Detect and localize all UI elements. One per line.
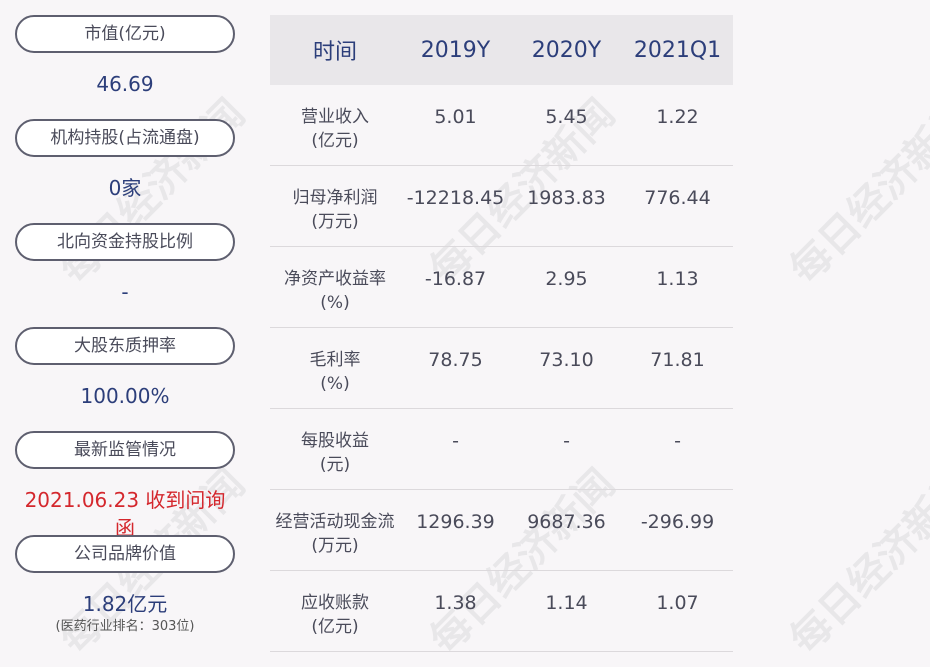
cell-value: 1296.39 [416,511,495,533]
table-header: 时间 2019Y 2020Y 2021Q1 [270,15,733,85]
table-row: 经营活动现金流 (万元) 1296.39 9687.36 -296.99 [270,490,733,571]
cell-value: 1983.83 [527,187,606,209]
institutional-holding-label: 机构持股(占流通盘) [15,119,235,157]
cell-value: 1.14 [545,592,588,614]
row-label: 营业收入 (亿元) [301,107,369,151]
institutional-holding-value: 0家 [108,176,142,200]
cell-value: 78.75 [428,349,483,371]
market-cap-label: 市值(亿元) [15,15,235,53]
row-label: 应收账款 (亿元) [301,593,369,637]
cell-value: -16.87 [424,268,487,290]
cell-value: 776.44 [644,187,711,209]
table-row: 应收账款 (亿元) 1.38 1.14 1.07 [270,571,733,652]
cell-value: 5.01 [434,106,477,128]
pledge-rate-value: 100.00% [80,384,170,408]
table-row: 归母净利润 (万元) -12218.45 1983.83 776.44 [270,166,733,247]
cell-value: - [452,430,459,452]
northbound-ratio-label: 北向资金持股比例 [15,223,235,261]
regulation-label: 最新监管情况 [15,431,235,469]
cell-value: 1.22 [656,106,699,128]
row-label: 净资产收益率 (%) [284,269,386,313]
cell-value: -12218.45 [406,187,505,209]
brand-value-value: 1.82亿元 [82,592,168,616]
row-label: 经营活动现金流 (万元) [275,512,395,556]
table-row: 毛利率 (%) 78.75 73.10 71.81 [270,328,733,409]
header-2021q1: 2021Q1 [633,37,722,63]
regulation-value: 2021.06.23 收到问询函 [24,488,226,540]
brand-value-label: 公司品牌价值 [15,535,235,573]
cell-value: - [563,430,570,452]
table-row: 净资产收益率 (%) -16.87 2.95 1.13 [270,247,733,328]
header-2019: 2019Y [420,37,491,63]
cell-value: 1.38 [434,592,477,614]
cell-value: 5.45 [545,106,588,128]
row-label: 每股收益 (元) [301,431,369,475]
cell-value: 73.10 [539,349,594,371]
cell-value: 2.95 [545,268,588,290]
cell-value: 9687.36 [527,511,606,533]
cell-value: 71.81 [650,349,705,371]
table-row: 每股收益 (元) - - - [270,409,733,490]
watermark: 每日经济新闻 [781,90,930,293]
row-label: 毛利率 (%) [309,350,361,394]
cell-value: 1.07 [656,592,699,614]
table-row: 营业收入 (亿元) 5.01 5.45 1.22 [270,85,733,166]
market-cap-value: 46.69 [96,72,154,96]
brand-rank-note: (医药行业排名：303位) [55,619,195,634]
pledge-rate-label: 大股东质押率 [15,327,235,365]
header-2020: 2020Y [531,37,602,63]
watermark: 每日经济新闻 [781,460,930,663]
financial-table: 时间 2019Y 2020Y 2021Q1 营业收入 (亿元) 5.01 5.45… [270,15,733,652]
cell-value: - [674,430,681,452]
northbound-ratio-value: - [121,280,129,304]
cell-value: 1.13 [656,268,699,290]
header-time: 时间 [312,40,357,65]
cell-value: -296.99 [640,511,715,533]
row-label: 归母净利润 (万元) [292,188,378,232]
